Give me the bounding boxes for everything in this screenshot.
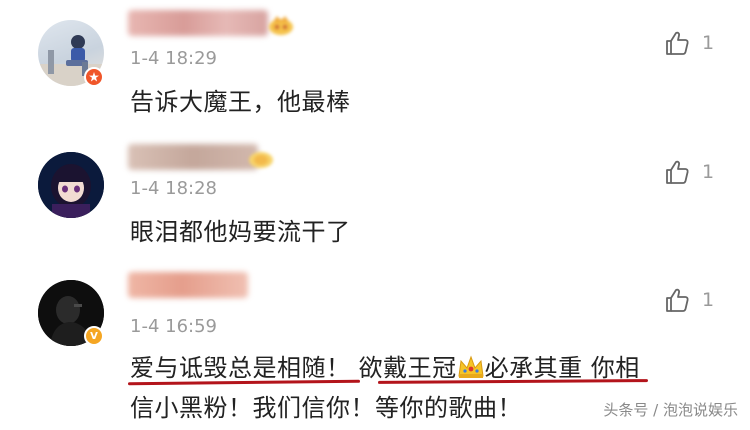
level-badge-icon [248,148,274,170]
comment-text-line2: 信小黑粉！我们信你！等你的歌曲！ [130,394,522,422]
like-count: 1 [702,32,715,54]
comment-timestamp: 1-4 18:28 [130,178,217,199]
username-blurred[interactable] [128,10,268,36]
thumbs-up-icon [666,288,689,312]
verified-v-badge-icon: V [84,326,104,346]
comment-text-part: 欲戴王冠 [358,354,457,382]
comment-timestamp: 1-4 18:29 [130,48,217,69]
like-button[interactable]: 1 [664,157,724,187]
like-count: 1 [702,161,715,183]
like-button[interactable]: 1 [664,285,724,315]
thumbs-up-icon [666,160,689,184]
comment-timestamp: 1-4 16:59 [130,316,217,337]
watermark: 头条号 / 泡泡说娱乐 [603,401,738,419]
avatar[interactable] [38,152,104,218]
verified-badge-label: V [90,330,98,342]
comment-text-part: 必承其重 [484,354,583,382]
crown-emoji-icon [458,355,484,378]
star-badge-icon [84,67,104,87]
comment-text: 告诉大魔王，他最棒 [130,88,351,116]
crown-level-badge-icon [268,14,294,36]
thumbs-up-icon [666,31,689,55]
username-blurred[interactable] [128,272,248,298]
comment-item: 1-4 18:29 告诉大魔王，他最棒 1 [0,0,750,140]
like-button[interactable]: 1 [664,28,724,58]
comment-text: 眼泪都他妈要流干了 [130,218,351,246]
username-blurred[interactable] [128,144,258,170]
comment-item: 1-4 18:28 眼泪都他妈要流干了 1 [0,140,750,270]
comment-text-part: 爱与诋毁总是相随！ [130,354,351,382]
like-count: 1 [702,289,715,311]
comment-text-part: 你相 [582,354,640,382]
